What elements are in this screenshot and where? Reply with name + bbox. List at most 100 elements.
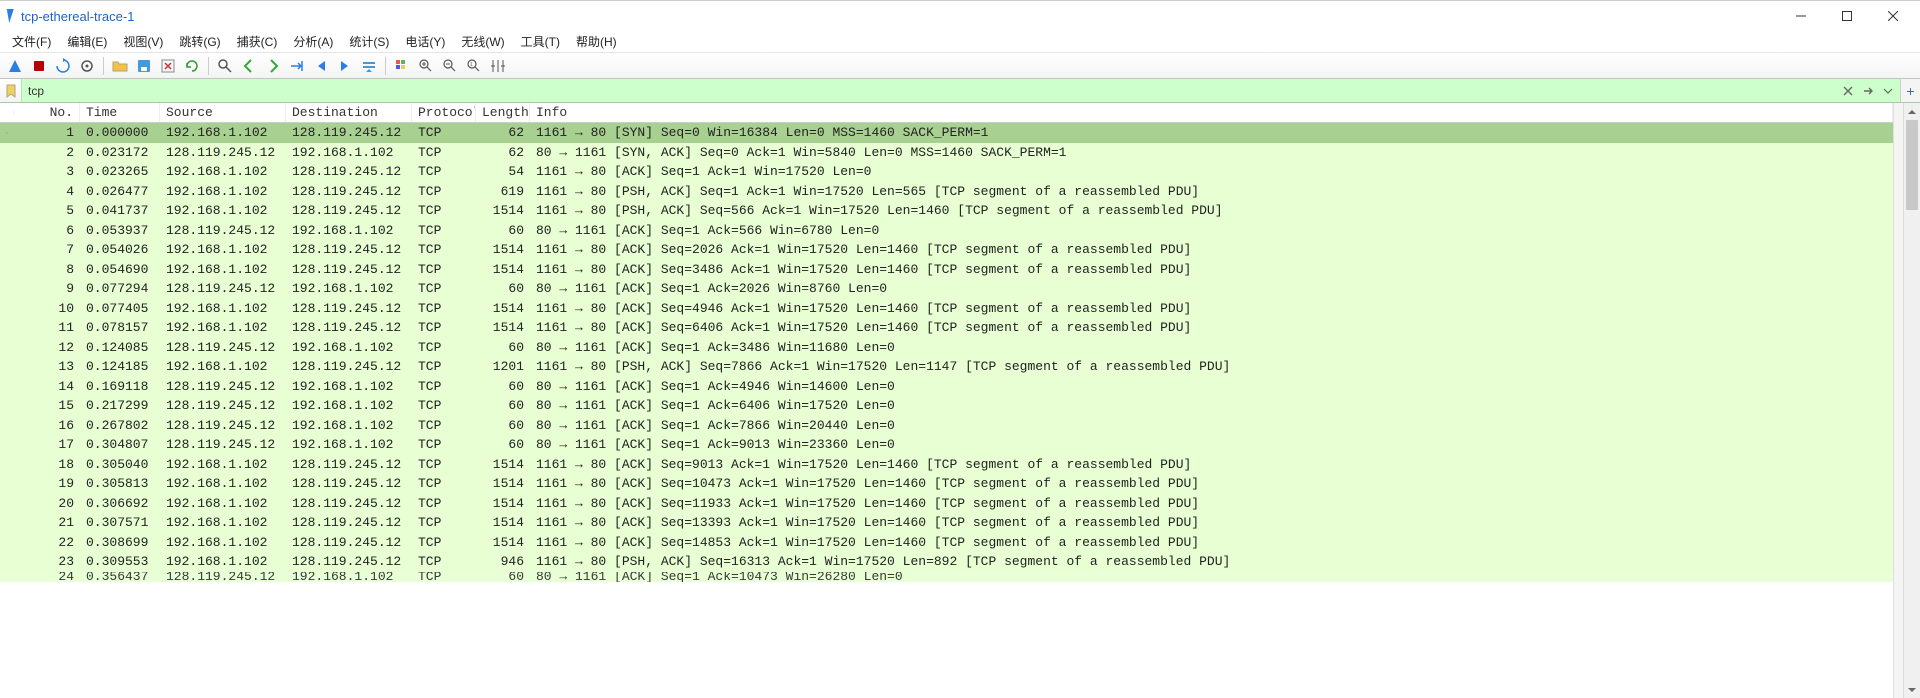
cell-dst: 192.168.1.102 [286,339,412,356]
cell-src: 192.168.1.102 [160,319,286,336]
packet-row[interactable]: 50.041737192.168.1.102128.119.245.12TCP1… [0,201,1893,221]
col-header-length[interactable]: Length [476,103,530,122]
scroll-thumb[interactable] [1906,120,1918,210]
packet-table-body[interactable]: 10.000000192.168.1.102128.119.245.12TCP6… [0,123,1893,582]
filter-add-button[interactable]: + [1900,79,1920,102]
go-back-icon[interactable] [238,55,260,77]
go-first-icon[interactable] [310,55,332,77]
filter-clear-icon[interactable] [1838,81,1858,101]
scroll-track[interactable] [1904,120,1920,681]
menu-go[interactable]: 跳转(G) [171,31,228,52]
menu-tools[interactable]: 工具(T) [513,31,568,52]
packet-row[interactable]: 60.053937128.119.245.12192.168.1.102TCP6… [0,221,1893,241]
reload-file-icon[interactable] [181,55,203,77]
go-forward-icon[interactable] [262,55,284,77]
packet-row[interactable]: 220.308699192.168.1.102128.119.245.12TCP… [0,533,1893,553]
cell-len: 1514 [476,202,530,219]
zoom-reset-icon[interactable]: 1 [463,55,485,77]
cell-time: 0.217299 [80,397,160,414]
start-capture-icon[interactable] [4,55,26,77]
cell-dst: 128.119.245.12 [286,261,412,278]
cell-proto: TCP [412,553,476,570]
open-file-icon[interactable] [109,55,131,77]
cell-dst: 192.168.1.102 [286,222,412,239]
find-packet-icon[interactable] [214,55,236,77]
cell-no: 17 [14,436,80,453]
packet-row[interactable]: 70.054026192.168.1.102128.119.245.12TCP1… [0,240,1893,260]
cell-time: 0.026477 [80,183,160,200]
filter-dropdown-icon[interactable] [1878,81,1898,101]
display-filter-input[interactable] [22,79,1838,102]
vertical-scrollbar[interactable] [1903,103,1920,698]
menu-wireless[interactable]: 无线(W) [453,31,512,52]
cell-time: 0.054690 [80,261,160,278]
close-file-icon[interactable] [157,55,179,77]
tree-indicator [0,229,14,231]
packet-row[interactable]: 90.077294128.119.245.12192.168.1.102TCP6… [0,279,1893,299]
packet-row[interactable]: 140.169118128.119.245.12192.168.1.102TCP… [0,377,1893,397]
tree-indicator [0,307,14,309]
resize-columns-icon[interactable] [487,55,509,77]
menu-capture[interactable]: 捕获(C) [229,31,286,52]
packet-row[interactable]: 160.267802128.119.245.12192.168.1.102TCP… [0,416,1893,436]
cell-len: 60 [476,417,530,434]
toolbar-sep-2 [208,57,209,75]
zoom-out-icon[interactable] [439,55,461,77]
auto-scroll-icon[interactable] [358,55,380,77]
cell-src: 192.168.1.102 [160,202,286,219]
packet-row[interactable]: 150.217299128.119.245.12192.168.1.102TCP… [0,396,1893,416]
col-header-proto[interactable]: Protocol [412,103,476,122]
menu-tele[interactable]: 电话(Y) [397,31,453,52]
menu-analyze[interactable]: 分析(A) [285,31,341,52]
menu-stats[interactable]: 统计(S) [341,31,397,52]
menu-help[interactable]: 帮助(H) [568,31,625,52]
packet-row[interactable]: 10.000000192.168.1.102128.119.245.12TCP6… [0,123,1893,143]
cell-time: 0.041737 [80,202,160,219]
packet-row[interactable]: 30.023265192.168.1.102128.119.245.12TCP5… [0,162,1893,182]
go-to-packet-icon[interactable] [286,55,308,77]
packet-row[interactable]: 130.124185192.168.1.102128.119.245.12TCP… [0,357,1893,377]
col-header-dest[interactable]: Destination [286,103,412,122]
zoom-in-icon[interactable] [415,55,437,77]
capture-options-icon[interactable] [76,55,98,77]
packet-row[interactable]: 240.356437128.119.245.12192.168.1.102TCP… [0,572,1893,582]
menu-file[interactable]: 文件(F) [4,31,59,52]
cell-info: 1161 → 80 [PSH, ACK] Seq=7866 Ack=1 Win=… [530,358,1893,375]
cell-src: 128.119.245.12 [160,572,286,582]
restart-capture-icon[interactable] [52,55,74,77]
cell-info: 1161 → 80 [ACK] Seq=6406 Ack=1 Win=17520… [530,319,1893,336]
packet-row[interactable]: 80.054690192.168.1.102128.119.245.12TCP1… [0,260,1893,280]
filter-apply-icon[interactable] [1858,81,1878,101]
col-header-no[interactable]: No. [14,103,80,122]
close-button[interactable] [1870,1,1916,31]
go-last-icon[interactable] [334,55,356,77]
slim-scrollbar[interactable] [1893,103,1903,698]
packet-row[interactable]: 120.124085128.119.245.12192.168.1.102TCP… [0,338,1893,358]
minimize-button[interactable] [1778,1,1824,31]
col-header-time[interactable]: Time [80,103,160,122]
packet-row[interactable]: 190.305813192.168.1.102128.119.245.12TCP… [0,474,1893,494]
packet-row[interactable]: 40.026477192.168.1.102128.119.245.12TCP6… [0,182,1893,202]
packet-row[interactable]: 20.023172128.119.245.12192.168.1.102TCP6… [0,143,1893,163]
col-header-source[interactable]: Source [160,103,286,122]
menu-view[interactable]: 视图(V) [115,31,171,52]
stop-capture-icon[interactable] [28,55,50,77]
packet-row[interactable]: 180.305040192.168.1.102128.119.245.12TCP… [0,455,1893,475]
menu-edit[interactable]: 编辑(E) [59,31,115,52]
col-header-info[interactable]: Info [530,103,1893,122]
packet-row[interactable]: 110.078157192.168.1.102128.119.245.12TCP… [0,318,1893,338]
save-file-icon[interactable] [133,55,155,77]
packet-row[interactable]: 170.304807128.119.245.12192.168.1.102TCP… [0,435,1893,455]
cell-time: 0.308699 [80,534,160,551]
colorize-icon[interactable] [391,55,413,77]
maximize-button[interactable] [1824,1,1870,31]
packet-row[interactable]: 200.306692192.168.1.102128.119.245.12TCP… [0,494,1893,514]
scroll-down-icon[interactable] [1904,681,1920,698]
scroll-up-icon[interactable] [1904,103,1920,120]
cell-proto: TCP [412,339,476,356]
filter-bookmark-icon[interactable] [0,79,22,102]
packet-row[interactable]: 230.309553192.168.1.102128.119.245.12TCP… [0,552,1893,572]
packet-row[interactable]: 210.307571192.168.1.102128.119.245.12TCP… [0,513,1893,533]
cell-dst: 192.168.1.102 [286,378,412,395]
packet-row[interactable]: 100.077405192.168.1.102128.119.245.12TCP… [0,299,1893,319]
